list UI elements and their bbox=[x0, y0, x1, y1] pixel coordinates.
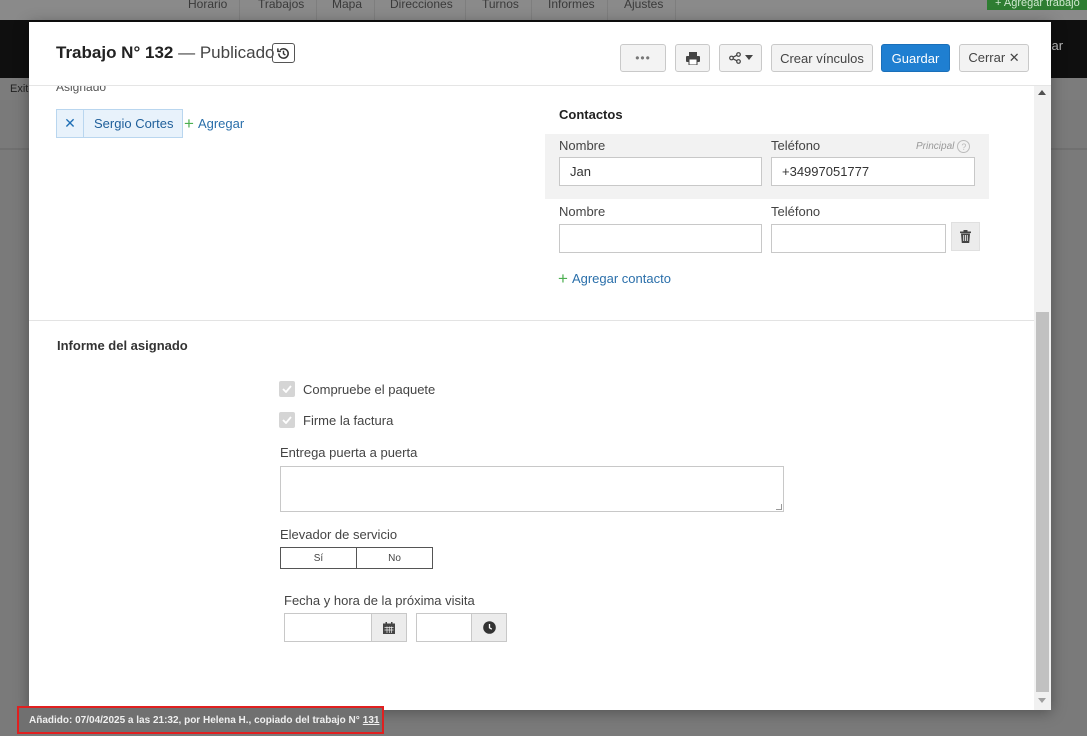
calendar-icon bbox=[383, 621, 395, 634]
modal-body: Asignado ✕ Sergio Cortes + Agregar Conta… bbox=[29, 86, 1034, 710]
history-icon[interactable] bbox=[272, 43, 295, 63]
bg-tab-direcciones: Direcciones bbox=[378, 0, 466, 20]
contact-name-input-2[interactable] bbox=[559, 224, 762, 253]
help-icon[interactable]: ? bbox=[957, 140, 971, 153]
door-to-door-textarea[interactable] bbox=[280, 466, 784, 512]
bg-tab-horario: Horario bbox=[176, 0, 241, 20]
more-options-button[interactable]: ••• bbox=[620, 44, 666, 72]
job-number: Trabajo N° 132 bbox=[56, 43, 174, 62]
history-glyph bbox=[277, 47, 289, 59]
remove-assignee-button[interactable]: ✕ bbox=[57, 110, 84, 137]
check-package-checkbox[interactable] bbox=[279, 381, 295, 397]
resize-handle-icon[interactable] bbox=[776, 504, 782, 510]
service-elevator-toggle: Sí No bbox=[280, 547, 433, 569]
checkmark-icon bbox=[282, 385, 292, 393]
contact-phone-label-2: Teléfono bbox=[771, 204, 821, 219]
next-visit-label: Fecha y hora de la próxima visita bbox=[284, 593, 475, 608]
section-divider bbox=[29, 320, 1034, 321]
check-package-label: Compruebe el paquete bbox=[303, 381, 436, 397]
clock-button[interactable] bbox=[471, 613, 507, 642]
contact-phone-input-2[interactable] bbox=[771, 224, 946, 253]
principal-label: Principal ? bbox=[916, 140, 971, 153]
sign-invoice-checkbox[interactable] bbox=[279, 412, 295, 428]
contact-phone-label: Teléfono bbox=[771, 138, 821, 153]
job-modal: Trabajo N° 132 — Publicado ••• Crear vín… bbox=[29, 22, 1051, 710]
checkmark-icon bbox=[282, 416, 292, 424]
more-dots-icon: ••• bbox=[635, 51, 651, 65]
create-links-button[interactable]: Crear vínculos bbox=[771, 44, 873, 72]
date-input[interactable] bbox=[284, 613, 407, 642]
bg-tab-turnos: Turnos bbox=[470, 0, 532, 20]
assignee-name: Sergio Cortes bbox=[94, 116, 174, 131]
assignee-chip: ✕ Sergio Cortes bbox=[56, 109, 184, 138]
contact-name-label: Nombre bbox=[559, 138, 606, 153]
bg-tab-trabajos: Trabajos bbox=[246, 0, 318, 20]
save-button[interactable]: Guardar bbox=[881, 44, 950, 72]
bg-tab-informes: Informes bbox=[536, 0, 608, 20]
modal-title: Trabajo N° 132 — Publicado bbox=[56, 43, 275, 63]
add-assignee-label: Agregar bbox=[197, 116, 245, 131]
job-status: Publicado bbox=[199, 43, 275, 62]
add-assignee-link[interactable]: + Agregar bbox=[184, 115, 244, 132]
bg-add-job-button: + Agregar trabajo bbox=[987, 0, 1087, 10]
background-top-nav: Horario Trabajos Mapa Direcciones Turnos… bbox=[0, 0, 1087, 20]
modal-scrollbar[interactable] bbox=[1034, 86, 1051, 710]
principal-text: Principal bbox=[916, 141, 955, 152]
added-info-text: Añadido: 07/04/2025 a las 21:32, por Hel… bbox=[29, 714, 360, 726]
added-info-footer: Añadido: 07/04/2025 a las 21:32, por Hel… bbox=[17, 706, 384, 734]
source-job-link[interactable]: 131 bbox=[363, 715, 380, 726]
title-separator: — bbox=[178, 43, 196, 62]
door-to-door-label: Entrega puerta a puerta bbox=[280, 445, 418, 460]
contact-name-input[interactable]: Jan bbox=[559, 157, 762, 186]
share-button[interactable] bbox=[719, 44, 762, 72]
modal-header: Trabajo N° 132 — Publicado ••• Crear vín… bbox=[29, 22, 1051, 86]
scroll-down-arrow-icon[interactable] bbox=[1038, 698, 1046, 703]
sign-invoice-label: Firme la factura bbox=[303, 412, 394, 428]
plus-icon: + bbox=[558, 269, 568, 288]
add-contact-label: Agregar contacto bbox=[571, 271, 671, 286]
scrollbar-thumb[interactable] bbox=[1036, 312, 1049, 692]
assigned-label: Asignado bbox=[56, 86, 107, 94]
print-button[interactable] bbox=[675, 44, 710, 72]
calendar-button[interactable] bbox=[371, 613, 407, 642]
check-package-row[interactable]: Compruebe el paquete bbox=[279, 381, 435, 397]
elevator-option-yes[interactable]: Sí bbox=[281, 548, 356, 568]
bg-tab-mapa: Mapa bbox=[320, 0, 376, 20]
sign-invoice-row[interactable]: Firme la factura bbox=[279, 412, 393, 428]
share-icon bbox=[728, 52, 741, 64]
bg-tab-ajustes: Ajustes bbox=[612, 0, 677, 20]
chevron-down-icon bbox=[744, 55, 753, 60]
service-elevator-label: Elevador de servicio bbox=[280, 527, 398, 542]
contacts-title: Contactos bbox=[559, 107, 623, 122]
delete-contact-button[interactable] bbox=[951, 222, 980, 251]
plus-icon: + bbox=[184, 114, 194, 133]
contact-phone-input[interactable]: +34997051777 bbox=[771, 157, 975, 186]
time-input[interactable] bbox=[416, 613, 507, 642]
trash-icon bbox=[960, 230, 971, 243]
elevator-option-no[interactable]: No bbox=[356, 548, 432, 568]
printer-icon bbox=[685, 51, 700, 65]
close-button[interactable]: Cerrar ✕ bbox=[959, 44, 1029, 72]
add-contact-link[interactable]: + Agregar contacto bbox=[558, 270, 671, 287]
clock-icon bbox=[482, 621, 496, 634]
contact-name-label-2: Nombre bbox=[559, 204, 606, 219]
report-section-title: Informe del asignado bbox=[57, 338, 188, 353]
scroll-up-arrow-icon[interactable] bbox=[1038, 90, 1046, 95]
